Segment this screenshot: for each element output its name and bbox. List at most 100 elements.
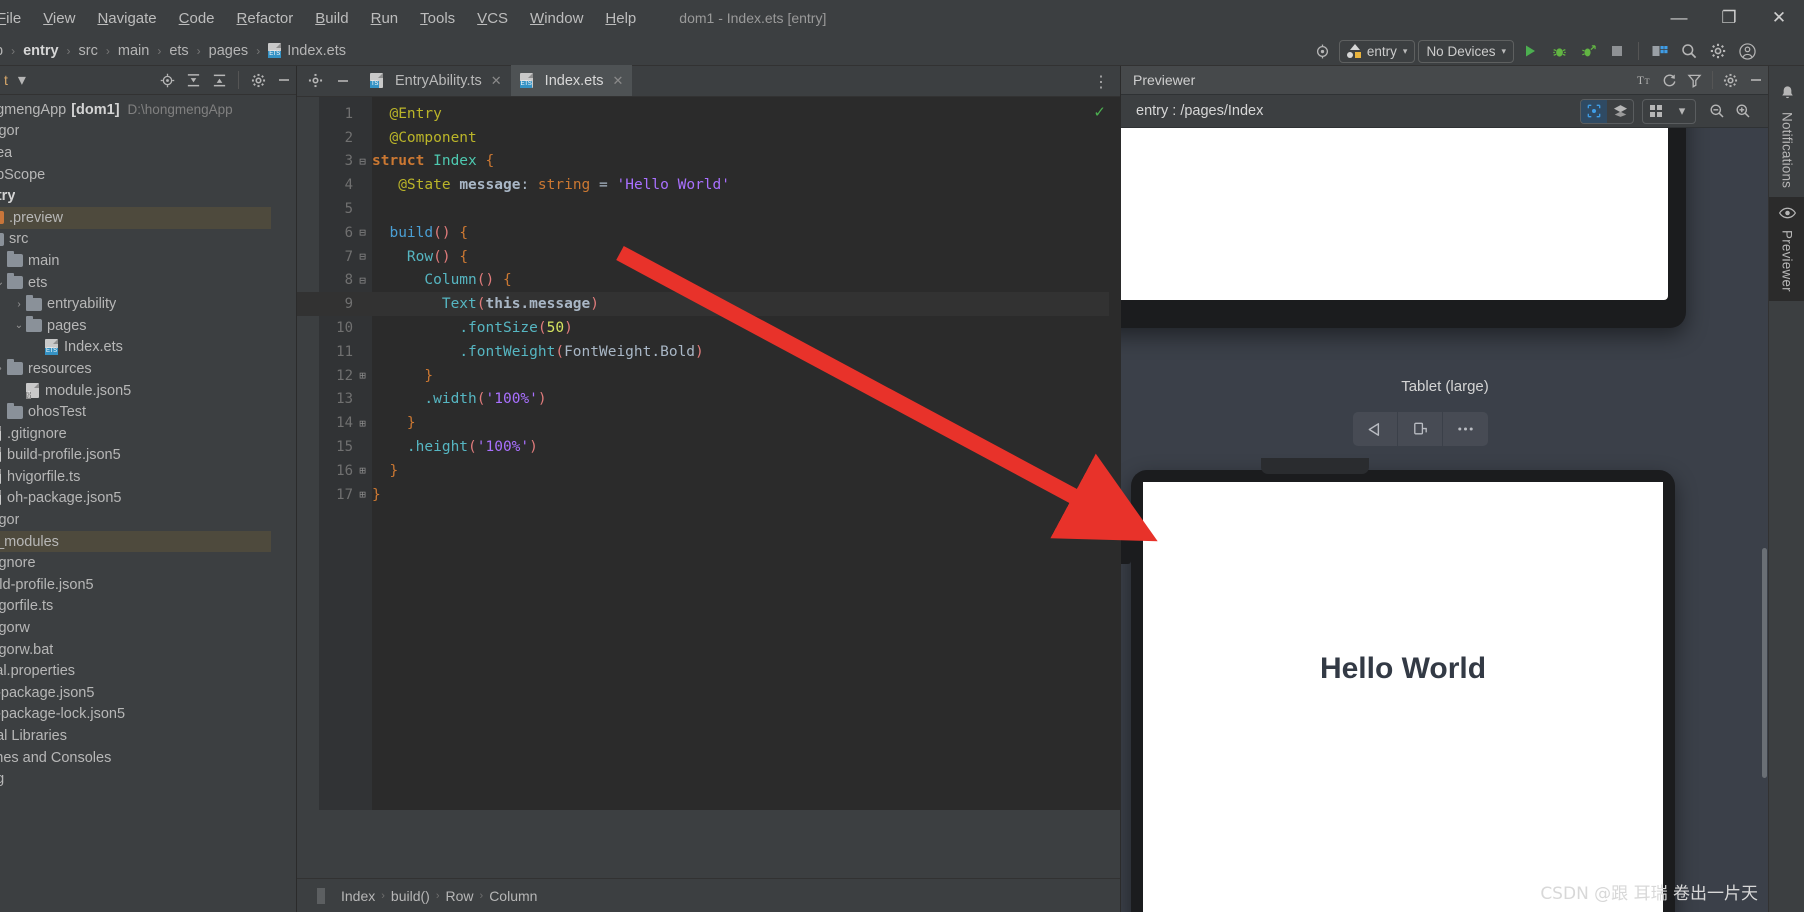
- menu-item-code[interactable]: Code: [168, 7, 226, 30]
- menu-item-view[interactable]: View: [32, 7, 86, 30]
- code-line[interactable]: 1 @Entry: [297, 102, 1120, 126]
- tool-window-previewer[interactable]: Previewer: [1769, 197, 1804, 301]
- code-line[interactable]: 16 ⊞ }: [297, 459, 1120, 483]
- tree-row[interactable]: ›h-package-lock.json5: [0, 704, 271, 726]
- code-line[interactable]: 12 ⊞ }: [297, 364, 1120, 388]
- run-configuration-selector[interactable]: entry ▾: [1338, 39, 1416, 63]
- code-line[interactable]: 3 ⊟ struct Index {: [297, 150, 1120, 174]
- tree-row[interactable]: ›.preview: [0, 206, 271, 229]
- menu-item-refactor[interactable]: Refactor: [226, 7, 305, 30]
- code-line[interactable]: 17 ⊞}: [297, 483, 1120, 507]
- breadcrumb-item-main[interactable]: main: [115, 42, 152, 60]
- zoom-in-icon[interactable]: [1730, 100, 1756, 123]
- device-selector[interactable]: No Devices ▾: [1418, 39, 1514, 63]
- zoom-out-icon[interactable]: [1704, 100, 1730, 123]
- previewer-scrollbar[interactable]: [1762, 548, 1767, 778]
- code-breadcrumb-item-column[interactable]: Column: [485, 888, 541, 904]
- inspector-icon[interactable]: [1581, 99, 1607, 123]
- chevron-down-icon[interactable]: ▾: [10, 69, 34, 91]
- collapse-all-icon[interactable]: [181, 69, 205, 91]
- stop-button[interactable]: [1604, 39, 1630, 63]
- device-preview-top[interactable]: [1121, 128, 1686, 328]
- menu-item-vcs[interactable]: VCS: [466, 7, 519, 30]
- rotate-left-icon[interactable]: [1353, 412, 1398, 446]
- settings-icon[interactable]: [246, 69, 270, 91]
- chevron-down-icon[interactable]: ▾: [1669, 100, 1695, 123]
- breadcrumb-item-index-ets[interactable]: ETS Index.ets: [265, 42, 349, 60]
- tree-row[interactable]: ›ohosTest: [0, 401, 271, 423]
- account-icon[interactable]: [1734, 39, 1760, 63]
- tree-row[interactable]: ›h-package.json5: [0, 682, 271, 704]
- chevron-right-icon[interactable]: ›: [12, 299, 26, 310]
- code-fold-toggle[interactable]: ⊞: [353, 464, 372, 477]
- search-icon[interactable]: [1676, 39, 1702, 63]
- text-size-icon[interactable]: TT: [1632, 68, 1657, 92]
- breadcrumb-item-entry[interactable]: entry: [20, 42, 61, 60]
- code-fold-toggle[interactable]: ⊞: [353, 369, 372, 382]
- code-breadcrumb-item-build-[interactable]: build(): [387, 888, 434, 904]
- code-fold-toggle[interactable]: ⊞: [353, 417, 372, 430]
- code-line[interactable]: 2 @Component: [297, 126, 1120, 150]
- tree-row[interactable]: ›{}oh-package.json5: [0, 488, 271, 510]
- device-preview-tablet[interactable]: Hello World: [1121, 458, 1675, 912]
- attach-debugger-icon[interactable]: [1575, 39, 1601, 63]
- run-button[interactable]: [1517, 39, 1543, 63]
- chevron-right-icon[interactable]: ›: [0, 363, 7, 374]
- close-icon[interactable]: ✕: [613, 73, 624, 89]
- tree-row[interactable]: ›h_modules: [0, 530, 271, 553]
- tree-row[interactable]: ⌄ ets: [0, 272, 271, 294]
- menu-item-tools[interactable]: Tools: [409, 7, 466, 30]
- locate-icon[interactable]: [155, 69, 179, 91]
- code-breadcrumb-item-index[interactable]: Index: [337, 888, 379, 904]
- menu-item-file[interactable]: File: [0, 7, 32, 30]
- hide-panel-icon[interactable]: [331, 70, 355, 92]
- project-tree[interactable]: ›ngmengApp[dom1]D:\hongmengApp›vigor›dea…: [0, 95, 271, 912]
- tree-row[interactable]: ›src: [0, 229, 271, 251]
- tree-row[interactable]: ›{}build-profile.json5: [0, 445, 271, 467]
- tool-window-notifications[interactable]: Notifications: [1769, 76, 1804, 197]
- code-fold-toggle[interactable]: ⊟: [353, 155, 372, 168]
- tree-row[interactable]: ›ppScope: [0, 164, 271, 186]
- code-fold-toggle[interactable]: ⊟: [353, 274, 372, 287]
- expand-all-icon[interactable]: [207, 69, 231, 91]
- tree-row[interactable]: ›dea: [0, 142, 271, 164]
- orientation-icon[interactable]: [1398, 412, 1443, 446]
- code-line[interactable]: 5: [297, 197, 1120, 221]
- editor-scrollbar[interactable]: [1109, 97, 1120, 841]
- code-fold-toggle[interactable]: ⊟: [353, 250, 372, 263]
- code-line[interactable]: 14 ⊞ }: [297, 411, 1120, 435]
- multi-device-icon[interactable]: [1643, 100, 1669, 123]
- tree-row[interactable]: ›main: [0, 250, 271, 272]
- previewer-canvas[interactable]: Tablet (large) Hello World: [1121, 128, 1769, 912]
- more-icon[interactable]: [1443, 412, 1488, 446]
- refresh-icon[interactable]: [1657, 68, 1682, 92]
- minimize-icon[interactable]: [1743, 68, 1768, 92]
- tree-row[interactable]: › resources: [0, 358, 271, 380]
- tree-row[interactable]: ›og: [0, 768, 271, 790]
- tree-row[interactable]: ›⌀.gitignore: [0, 423, 271, 445]
- code-line[interactable]: 11 .fontWeight(FontWeight.Bold): [297, 340, 1120, 364]
- tree-row[interactable]: ›ches and Consoles: [0, 747, 271, 769]
- code-line[interactable]: 6 ⊟ build() {: [297, 221, 1120, 245]
- tree-row[interactable]: ›itignore: [0, 552, 271, 574]
- code-line[interactable]: 9 Text(this.message): [297, 292, 1120, 317]
- tree-row[interactable]: ›vigorw.bat: [0, 639, 271, 661]
- code-breadcrumb-item-row[interactable]: Row: [442, 888, 478, 904]
- code-editor[interactable]: 1 @Entry 2 @Component 3 ⊟ struct Index {4 @S…: [297, 97, 1120, 841]
- code-fold-toggle[interactable]: ⊞: [353, 488, 372, 501]
- breadcrumb-item-pages[interactable]: pages: [206, 42, 252, 60]
- chevron-down-icon[interactable]: ⌄: [0, 277, 7, 288]
- inspection-status-icon[interactable]: ✓: [1093, 103, 1106, 121]
- tree-row[interactable]: ›vigor: [0, 121, 271, 143]
- minimize-button[interactable]: —: [1654, 0, 1704, 36]
- code-line[interactable]: 8 ⊟ Column() {: [297, 269, 1120, 293]
- code-line[interactable]: 4 @State message: string = 'Hello World': [297, 173, 1120, 197]
- tree-row[interactable]: ›vigorfile.ts: [0, 596, 271, 618]
- tree-row[interactable]: ›ntry: [0, 185, 271, 207]
- settings-icon[interactable]: [1718, 68, 1743, 92]
- tree-row[interactable]: ›nal Libraries: [0, 725, 271, 747]
- code-line[interactable]: 7 ⊟ Row() {: [297, 245, 1120, 269]
- code-fold-toggle[interactable]: ⊟: [353, 226, 372, 239]
- menu-item-help[interactable]: Help: [594, 7, 647, 30]
- editor-tab-index-ets[interactable]: ETS Index.ets ✕: [510, 65, 633, 96]
